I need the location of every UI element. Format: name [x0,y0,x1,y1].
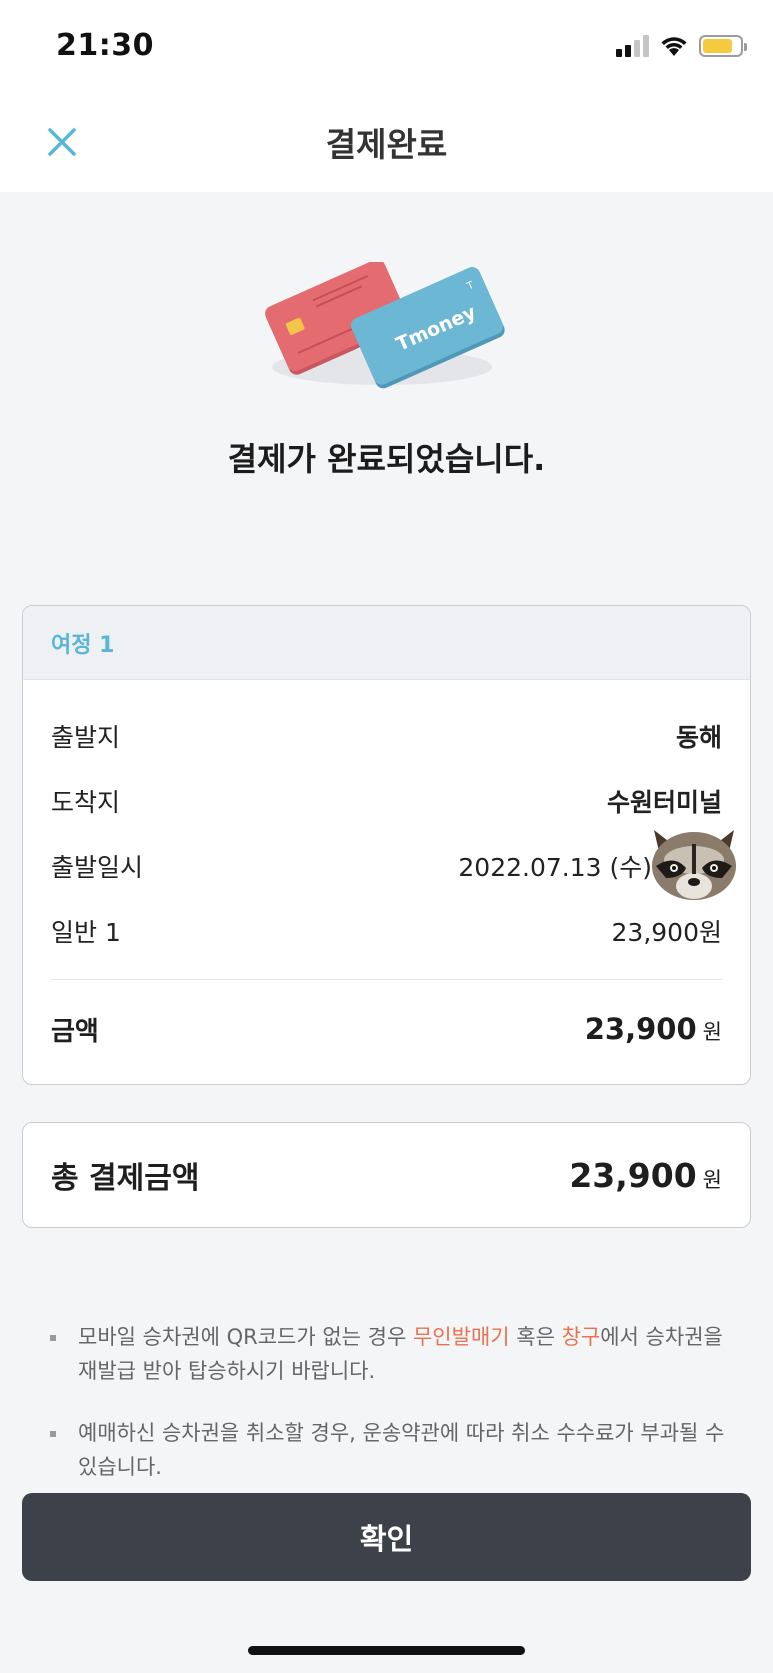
fare-type-label: 일반 1 [51,917,121,947]
bullet-icon [50,1335,56,1341]
journey-card: 여정 1 출발지 동해 도착지 수원터미널 출발일시 2022.07.13 (수… [22,605,751,1085]
notice-text: 모바일 승차권에 QR코드가 없는 경우 [78,1325,413,1349]
amount-label: 금액 [51,1016,99,1047]
home-indicator[interactable] [248,1646,525,1655]
payment-cards-illustration: Tmoney T [265,262,505,389]
amount-value: 23,900 [584,1012,697,1046]
departure-datetime-label: 출발일시 [51,852,144,882]
total-value: 23,900 [569,1155,697,1195]
notice-item: 예매하신 승차권을 취소할 경우, 운송약관에 따라 취소 수수료가 부과될 수… [48,1416,738,1484]
bullet-icon [50,1431,56,1437]
departure-value: 동해 [675,722,722,752]
counter-link[interactable]: 창구 [562,1325,601,1349]
page-title: 결제완료 [325,125,448,164]
notice-item: 모바일 승차권에 QR코드가 없는 경우 무인발매기 혹은 창구에서 승차권을 … [48,1320,738,1388]
status-time: 21:30 [56,28,154,63]
status-icons [616,32,747,60]
nav-bar: 결제완료 [0,92,773,192]
total-payment-card: 총 결제금액 23,900 원 [22,1122,751,1228]
payment-complete-message: 결제가 완료되었습니다. [227,440,546,478]
departure-label: 출발지 [51,722,121,752]
total-label: 총 결제금액 [51,1161,200,1196]
arrival-value: 수원터미널 [606,787,722,817]
departure-datetime-value: 2022.07.13 (수) [458,852,652,882]
fare-value: 23,900원 [611,917,722,947]
departure-datetime-row: 출발일시 2022.07.13 (수) [51,833,722,898]
status-bar: 21:30 [0,0,773,92]
journey-header: 여정 1 [23,606,750,680]
notice-list: 모바일 승차권에 QR코드가 없는 경우 무인발매기 혹은 창구에서 승차권을 … [48,1320,738,1512]
confirm-button[interactable]: 확인 [22,1493,751,1581]
amount-row: 금액 23,900 원 [51,980,722,1078]
cellular-signal-icon [616,35,649,57]
arrival-row: 도착지 수원터미널 [51,768,722,833]
kiosk-link[interactable]: 무인발매기 [413,1325,510,1349]
total-unit: 원 [702,1167,722,1192]
wifi-icon [661,37,687,56]
payment-complete-hero: Tmoney T 결제가 완료되었습니다. [0,192,773,572]
notice-text: 혹은 [509,1325,562,1349]
departure-row: 출발지 동해 [51,703,722,768]
amount-unit: 원 [702,1020,722,1044]
notice-text: 예매하신 승차권을 취소할 경우, 운송약관에 따라 취소 수수료가 부과될 수… [78,1421,725,1479]
arrival-label: 도착지 [51,787,121,817]
raccoon-sticker [652,830,736,900]
fare-row: 일반 1 23,900원 [51,898,722,963]
battery-icon [699,35,747,57]
